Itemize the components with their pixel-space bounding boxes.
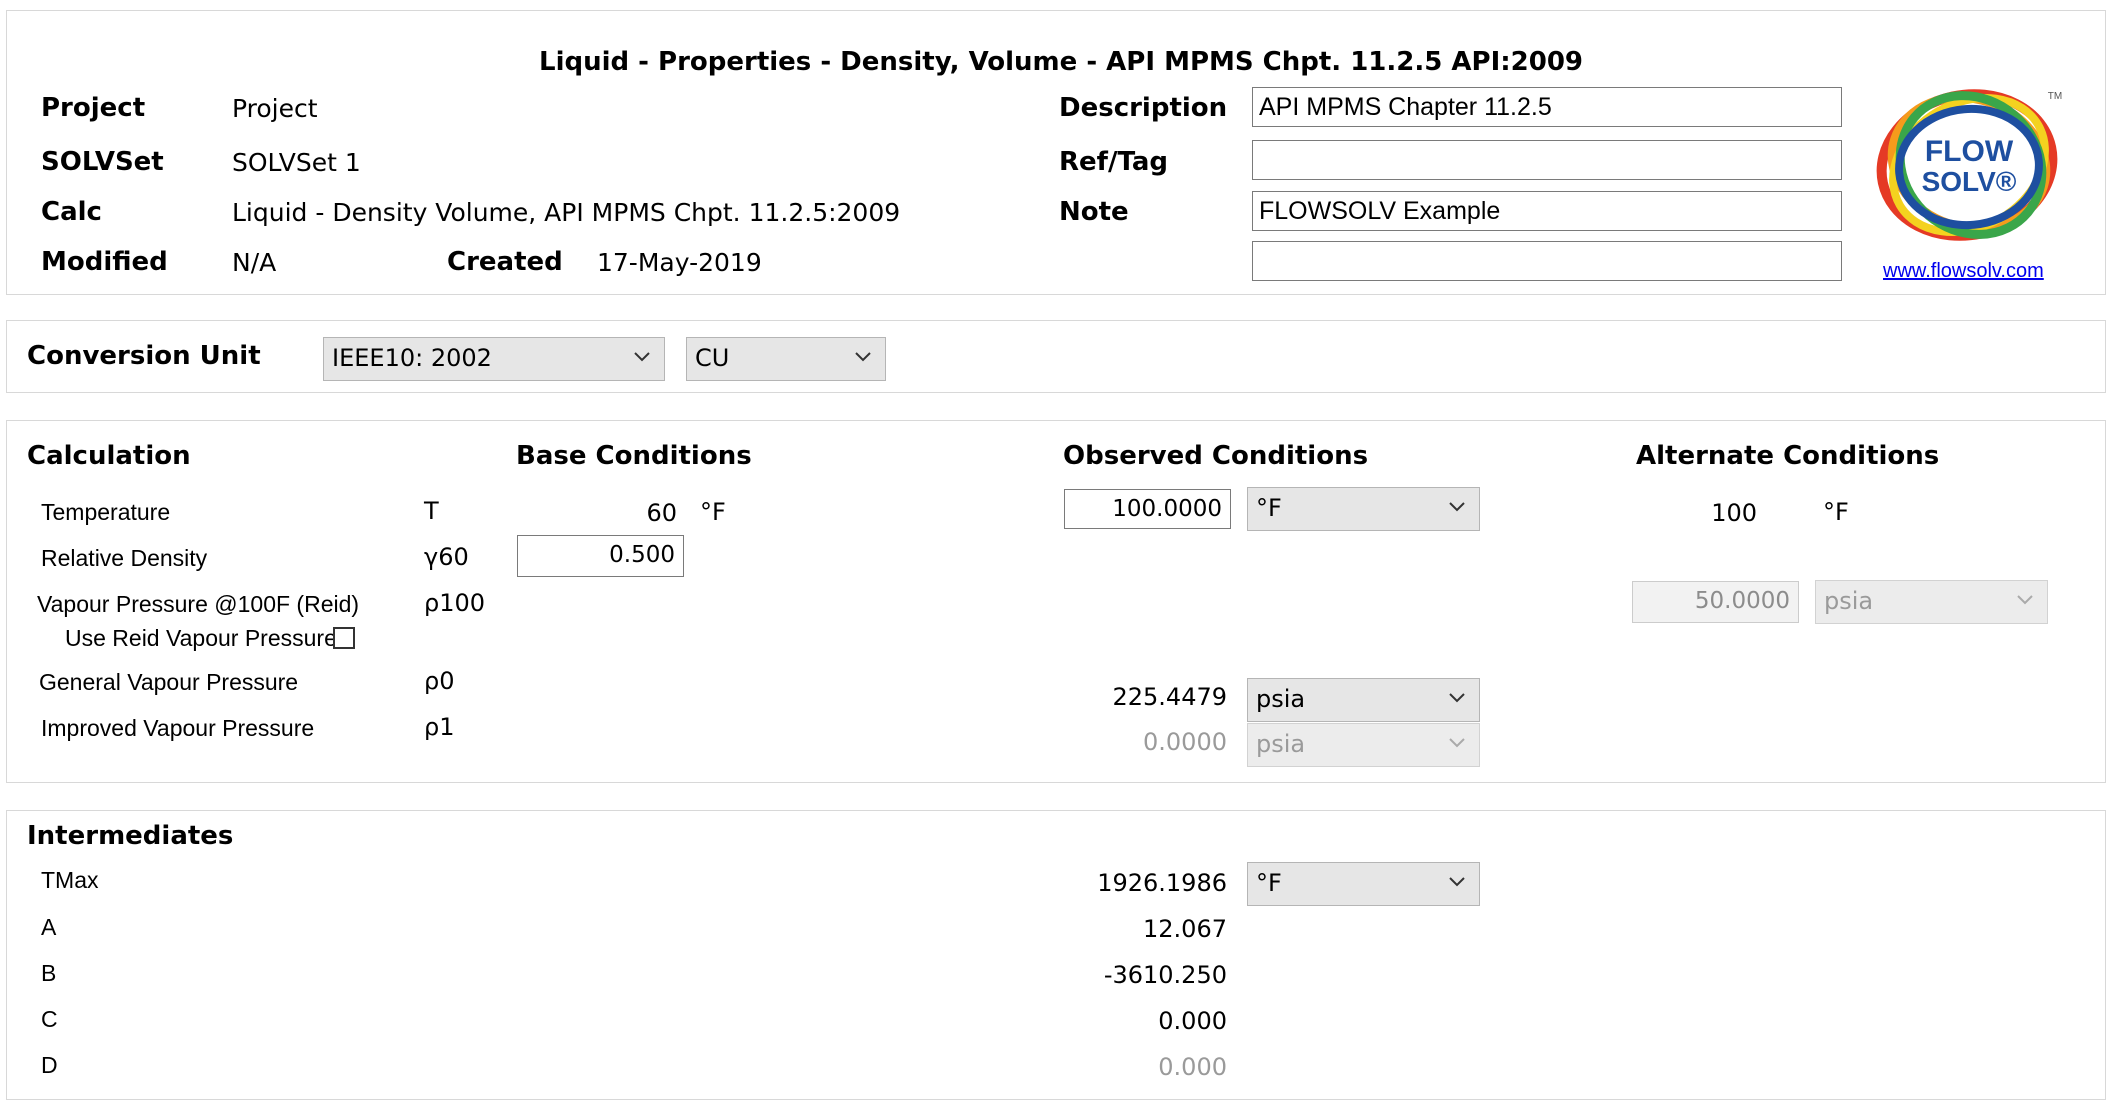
observed-temperature-unit: °F	[1256, 494, 1282, 522]
coef-b-value: -3610.250	[1103, 961, 1227, 989]
solvset-label: SOLVSet	[41, 147, 164, 177]
base-conditions-heading: Base Conditions	[516, 441, 752, 471]
logo-text-line2: SOLV®	[1922, 166, 2017, 197]
coef-a-value: 12.067	[1143, 915, 1227, 943]
reftag-field[interactable]	[1252, 140, 1842, 180]
logo-tm: TM	[2048, 91, 2062, 102]
vapour-pressure-reid-symbol: ρ100	[424, 589, 486, 617]
project-label: Project	[41, 93, 146, 123]
website-link[interactable]: www.flowsolv.com	[1883, 260, 2044, 283]
modified-label: Modified	[41, 247, 168, 277]
general-vapour-pressure-value: 225.4479	[1112, 683, 1227, 711]
intermediates-heading: Intermediates	[27, 821, 234, 851]
temperature-label: Temperature	[41, 499, 171, 525]
coef-d-value: 0.000	[1158, 1053, 1227, 1081]
use-reid-vapour-pressure-label: Use Reid Vapour Pressure	[65, 625, 337, 651]
project-value: Project	[232, 94, 318, 123]
alternate-temperature-value: 100	[1711, 499, 1757, 527]
note-label: Note	[1059, 197, 1129, 227]
conversion-panel: Conversion Unit IEEE10: 2002 CU	[6, 320, 2106, 393]
improved-vapour-pressure-unit-dropdown[interactable]: psia	[1247, 723, 1480, 767]
extra-field[interactable]	[1252, 241, 1842, 281]
solvset-value: SOLVSet 1	[232, 148, 361, 177]
chevron-down-icon	[1449, 502, 1465, 512]
flowsolv-logo: FLOW SOLV® TM	[1869, 79, 2069, 249]
improved-vapour-pressure-label: Improved Vapour Pressure	[41, 715, 315, 741]
logo-text-line1: FLOW	[1925, 135, 2014, 168]
unit-system-dropdown[interactable]: CU	[686, 337, 886, 381]
alternate-vapour-pressure-unit: psia	[1824, 587, 1874, 615]
conversion-standard-dropdown[interactable]: IEEE10: 2002	[323, 337, 665, 381]
base-temperature-value: 60	[646, 499, 677, 527]
relative-density-label: Relative Density	[41, 545, 208, 571]
created-label: Created	[447, 247, 563, 277]
coef-d-label: D	[41, 1052, 58, 1078]
header-panel: Liquid - Properties - Density, Volume - …	[6, 10, 2106, 295]
observed-conditions-heading: Observed Conditions	[1063, 441, 1369, 471]
unit-system-selected: CU	[695, 344, 730, 372]
temperature-symbol: T	[424, 497, 439, 525]
alternate-conditions-heading: Alternate Conditions	[1636, 441, 1940, 471]
modified-value: N/A	[232, 248, 277, 277]
base-temperature-unit: °F	[700, 498, 726, 526]
coef-b-label: B	[41, 960, 57, 986]
calculation-panel: Calculation Base Conditions Observed Con…	[6, 420, 2106, 783]
reftag-label: Ref/Tag	[1059, 147, 1169, 177]
chevron-down-icon	[855, 352, 871, 362]
coef-c-value: 0.000	[1158, 1007, 1227, 1035]
improved-vapour-pressure-value: 0.0000	[1143, 728, 1227, 756]
calc-label: Calc	[41, 197, 102, 227]
chevron-down-icon	[1449, 738, 1465, 748]
alternate-vapour-pressure-unit-dropdown[interactable]: psia	[1815, 580, 2048, 624]
tmax-unit-dropdown[interactable]: °F	[1247, 862, 1480, 906]
chevron-down-icon	[1449, 877, 1465, 887]
chevron-down-icon	[634, 352, 650, 362]
conversion-unit-label: Conversion Unit	[27, 341, 261, 371]
general-vapour-pressure-symbol: ρ0	[424, 667, 455, 695]
created-value: 17-May-2019	[597, 248, 762, 277]
intermediates-panel: Intermediates TMax 1926.1986 °F A 12.067…	[6, 810, 2106, 1100]
coef-c-label: C	[41, 1006, 58, 1032]
page-title: Liquid - Properties - Density, Volume - …	[539, 47, 1583, 77]
general-vapour-pressure-unit: psia	[1256, 685, 1306, 713]
note-field[interactable]: FLOWSOLV Example	[1252, 191, 1842, 231]
calculation-heading: Calculation	[27, 441, 191, 471]
alternate-vapour-pressure-input[interactable]: 50.0000	[1632, 581, 1799, 623]
chevron-down-icon	[1449, 693, 1465, 703]
coef-a-label: A	[41, 914, 57, 940]
relative-density-symbol: γ60	[424, 543, 469, 571]
calc-value: Liquid - Density Volume, API MPMS Chpt. …	[232, 198, 901, 227]
description-label: Description	[1059, 93, 1228, 123]
vapour-pressure-reid-label: Vapour Pressure @100F (Reid)	[37, 591, 360, 617]
use-reid-vapour-pressure-checkbox[interactable]	[333, 627, 355, 649]
conversion-standard-selected: IEEE10: 2002	[332, 344, 492, 372]
observed-temperature-input[interactable]: 100.0000	[1064, 489, 1231, 529]
description-field[interactable]: API MPMS Chapter 11.2.5	[1252, 87, 1842, 127]
general-vapour-pressure-label: General Vapour Pressure	[39, 669, 299, 695]
alternate-temperature-unit: °F	[1823, 498, 1849, 526]
observed-temperature-unit-dropdown[interactable]: °F	[1247, 487, 1480, 531]
improved-vapour-pressure-symbol: ρ1	[424, 713, 455, 741]
improved-vapour-pressure-unit: psia	[1256, 730, 1306, 758]
tmax-value: 1926.1986	[1097, 869, 1227, 897]
general-vapour-pressure-unit-dropdown[interactable]: psia	[1247, 678, 1480, 722]
tmax-label: TMax	[41, 867, 99, 893]
tmax-unit: °F	[1256, 869, 1282, 897]
relative-density-input[interactable]: 0.500	[517, 535, 684, 577]
chevron-down-icon	[2017, 595, 2033, 605]
